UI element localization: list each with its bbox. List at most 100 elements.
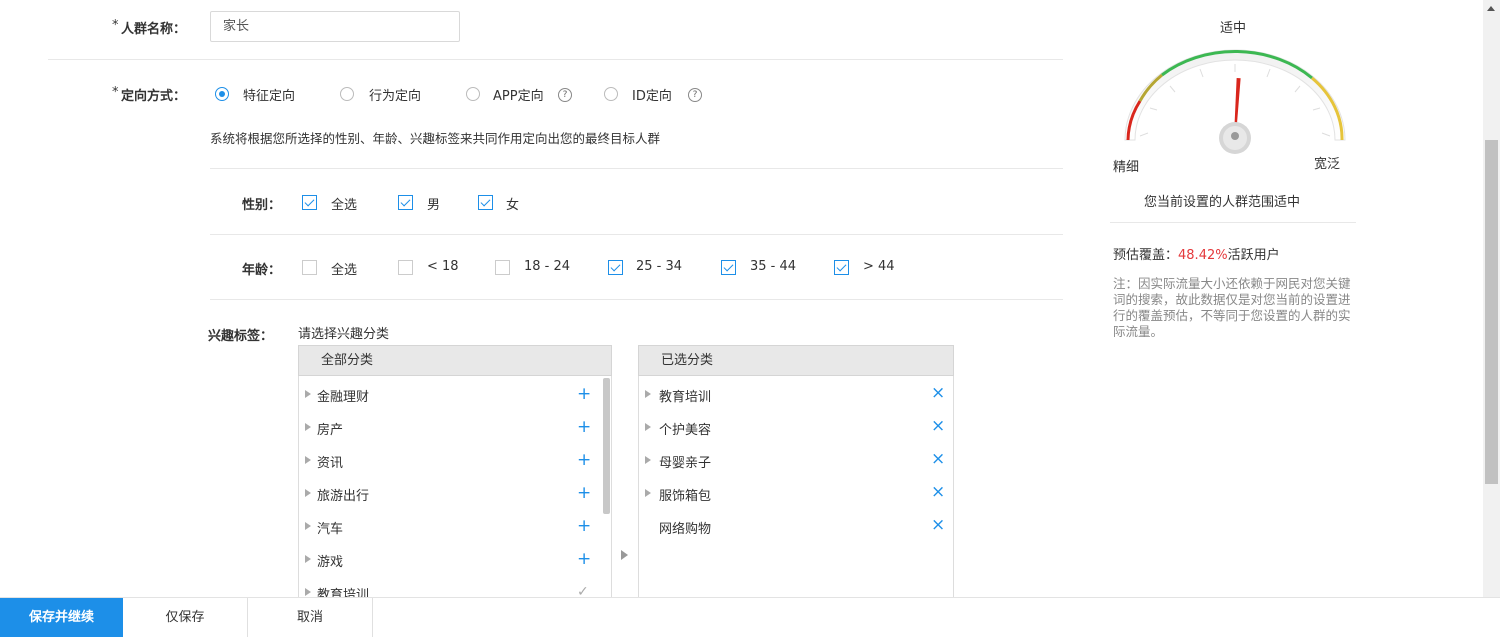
category-name: 汽车 — [317, 522, 344, 537]
target-label: 定向方式： — [121, 89, 187, 104]
checkbox-icon — [834, 260, 849, 275]
expand-icon — [645, 390, 651, 398]
all-categories-list[interactable]: 金融理财 + 房产 + 资讯 + 旅游出行 + 汽车 + 游戏 + 教育培训 ✓ — [298, 376, 612, 598]
checkbox-icon — [495, 260, 510, 275]
coverage-note: 注：因实际流量大小还依赖于网民对您关键词的搜索，故此数据仅是对您当前的设置进行的… — [1113, 276, 1351, 339]
remove-icon[interactable]: × — [931, 385, 945, 402]
radio-label: APP定向 — [493, 89, 544, 104]
radio-icon — [215, 87, 229, 101]
radio-icon — [466, 87, 480, 101]
checkbox-label: 男 — [427, 198, 441, 213]
category-item[interactable]: 金融理财 + — [299, 378, 599, 411]
target-required-mark: * — [112, 85, 119, 100]
radio-icon — [340, 87, 354, 101]
checkbox-icon — [721, 260, 736, 275]
add-icon[interactable]: + — [577, 518, 591, 535]
interest-label: 兴趣标签： — [208, 329, 274, 344]
scroll-up-icon[interactable] — [1487, 6, 1495, 11]
add-icon[interactable]: + — [577, 485, 591, 502]
add-icon[interactable]: + — [577, 386, 591, 403]
category-item[interactable]: 资讯 + — [299, 444, 599, 477]
divider — [210, 299, 1063, 300]
divider — [210, 168, 1063, 169]
category-item[interactable]: 游戏 + — [299, 543, 599, 576]
help-icon[interactable]: ? — [688, 88, 702, 102]
checkbox-icon — [302, 195, 317, 210]
category-name: 资讯 — [317, 456, 344, 471]
checkbox-label: 女 — [506, 198, 520, 213]
category-item[interactable]: 房产 + — [299, 411, 599, 444]
selected-item[interactable]: 母婴亲子 × — [639, 444, 953, 477]
expand-icon — [305, 489, 311, 497]
add-icon[interactable]: + — [577, 452, 591, 469]
remove-icon[interactable]: × — [931, 451, 945, 468]
remove-icon[interactable]: × — [931, 517, 945, 534]
selected-item[interactable]: 教育培训 × — [639, 378, 953, 411]
range-gauge — [1124, 49, 1346, 154]
checkbox-label: 25 - 34 — [636, 259, 683, 274]
coverage-suffix: 活跃用户 — [1227, 248, 1280, 263]
category-item[interactable]: 汽车 + — [299, 510, 599, 543]
check-icon: ✓ — [577, 584, 589, 598]
selected-item[interactable]: 服饰箱包 × — [639, 477, 953, 510]
age-label: 年龄： — [242, 263, 282, 278]
category-name: 房产 — [317, 423, 344, 438]
checkbox-icon — [398, 195, 413, 210]
cancel-button[interactable]: 取消 — [248, 598, 373, 637]
coverage-label: 预估覆盖： — [1113, 248, 1179, 263]
targeting-description: 系统将根据您所选择的性别、年龄、兴趣标签来共同作用定向出您的最终目标人群 — [210, 131, 661, 146]
expand-icon — [305, 522, 311, 530]
category-item[interactable]: 教育培训 ✓ — [299, 576, 599, 598]
category-name: 旅游出行 — [317, 489, 370, 504]
add-icon[interactable]: + — [577, 419, 591, 436]
selected-categories-list[interactable]: 教育培训 × 个护美容 × 母婴亲子 × 服饰箱包 × 网络购物 × — [638, 376, 954, 598]
gender-label: 性别： — [242, 198, 282, 213]
gauge-right-label: 宽泛 — [1314, 157, 1341, 172]
selected-item[interactable]: 网络购物 × — [639, 510, 953, 543]
category-name: 个护美容 — [659, 423, 712, 438]
scrollbar-thumb[interactable] — [603, 378, 610, 514]
radio-label: 特征定向 — [243, 89, 296, 104]
transfer-arrow-icon — [621, 550, 628, 560]
name-label: 人群名称： — [121, 22, 187, 37]
radio-icon — [604, 87, 618, 101]
interest-hint: 请选择兴趣分类 — [298, 327, 390, 342]
expand-icon — [645, 456, 651, 464]
category-name: 金融理财 — [317, 390, 370, 405]
checkbox-label: 全选 — [331, 263, 358, 278]
crowd-name-input[interactable]: 家长 — [210, 11, 460, 42]
page-scrollbar-thumb[interactable] — [1485, 140, 1498, 484]
category-name: 母婴亲子 — [659, 456, 712, 471]
selected-categories-header: 已选分类 — [638, 345, 954, 376]
add-icon[interactable]: + — [577, 551, 591, 568]
category-name: 教育培训 — [659, 390, 712, 405]
divider — [48, 59, 1063, 60]
save-continue-button[interactable]: 保存并继续 — [0, 598, 123, 637]
checkbox-label: 35 - 44 — [750, 259, 797, 274]
expand-icon — [645, 423, 651, 431]
coverage-estimate: 预估覆盖：48.42%活跃用户 — [1113, 244, 1280, 263]
help-icon[interactable]: ? — [558, 88, 572, 102]
category-name: 网络购物 — [659, 522, 712, 537]
remove-icon[interactable]: × — [931, 418, 945, 435]
checkbox-icon — [302, 260, 317, 275]
expand-icon — [305, 555, 311, 563]
gauge-title: 适中 — [1220, 21, 1247, 36]
category-name: 服饰箱包 — [659, 489, 712, 504]
divider — [210, 234, 1063, 235]
checkbox-label: < 18 — [427, 259, 459, 274]
name-required-mark: * — [112, 18, 119, 33]
checkbox-label: 全选 — [331, 198, 358, 213]
remove-icon[interactable]: × — [931, 484, 945, 501]
category-item[interactable]: 旅游出行 + — [299, 477, 599, 510]
radio-label: ID定向 — [632, 89, 672, 104]
expand-icon — [305, 588, 311, 596]
save-only-button[interactable]: 仅保存 — [123, 598, 248, 637]
page-scrollbar-track[interactable] — [1483, 0, 1500, 598]
expand-icon — [645, 489, 651, 497]
expand-icon — [305, 390, 311, 398]
category-name: 游戏 — [317, 555, 344, 570]
radio-label: 行为定向 — [369, 89, 422, 104]
selected-item[interactable]: 个护美容 × — [639, 411, 953, 444]
checkbox-icon — [398, 260, 413, 275]
